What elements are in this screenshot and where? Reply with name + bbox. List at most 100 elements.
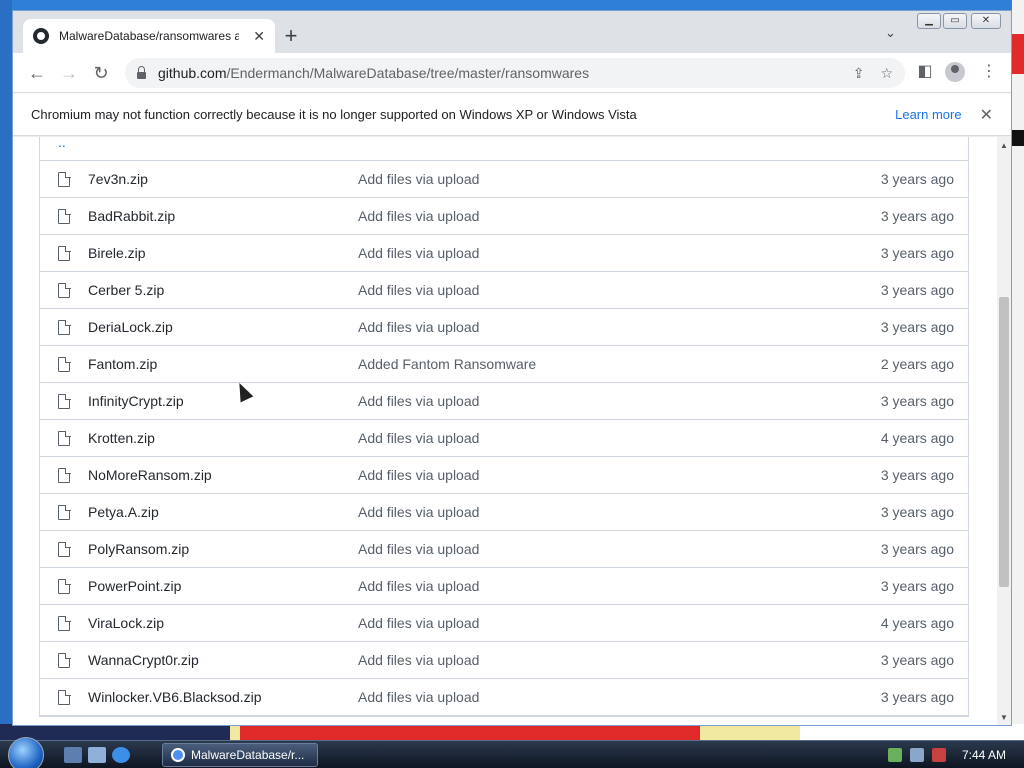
commit-message-link[interactable]: Add files via upload [358, 615, 479, 631]
commit-age: 3 years ago [880, 282, 954, 298]
commit-message-link[interactable]: Add files via upload [358, 282, 479, 298]
commit-message-link[interactable]: Add files via upload [358, 652, 479, 668]
vertical-scrollbar[interactable]: ▲ ▼ [997, 137, 1011, 725]
minimize-button[interactable]: ▁ [917, 13, 941, 29]
file-name-link[interactable]: ViraLock.zip [88, 615, 164, 631]
switch-windows-icon[interactable] [88, 747, 106, 763]
file-name-link[interactable]: PowerPoint.zip [88, 578, 181, 594]
commit-message-link[interactable]: Add files via upload [358, 430, 479, 446]
commit-message-link[interactable]: Add files via upload [358, 578, 479, 594]
file-row[interactable]: ViraLock.zip Add files via upload 4 years … [40, 605, 968, 642]
file-name-link[interactable]: 7ev3n.zip [88, 171, 148, 187]
commit-age: 2 years ago [880, 356, 954, 372]
commit-message-link[interactable]: Add files via upload [358, 208, 479, 224]
file-name-link[interactable]: DeriaLock.zip [88, 319, 173, 335]
file-row[interactable]: PowerPoint.zip Add files via upload 3 year… [40, 568, 968, 605]
bookmark-star-icon[interactable]: ☆ [880, 65, 893, 82]
forward-arrow-icon[interactable]: → [57, 61, 81, 85]
parent-directory-link[interactable]: .. [40, 137, 968, 161]
commit-message-link[interactable]: Add files via upload [358, 689, 479, 705]
file-icon [58, 208, 71, 224]
file-row[interactable]: Winlocker.VB6.Blacksod.zip Add files via … [40, 679, 968, 716]
file-icon [58, 689, 71, 705]
tab-title: MalwareDatabase/ransomwares a [59, 29, 239, 43]
file-name-link[interactable]: NoMoreRansom.zip [88, 467, 212, 483]
file-row[interactable]: Birele.zip Add files via upload 3 years ag… [40, 235, 968, 272]
file-name-link[interactable]: Winlocker.VB6.Blacksod.zip [88, 689, 262, 705]
file-row[interactable]: InfinityCrypt.zip Add files via upload 3 y… [40, 383, 968, 420]
file-icon [58, 282, 71, 298]
commit-message-link[interactable]: Add files via upload [358, 504, 479, 520]
file-row[interactable]: Fantom.zip Added Fantom Ransomware 2 years… [40, 346, 968, 383]
new-tab-button[interactable]: + [277, 23, 305, 51]
clock[interactable]: 7:44 AM [962, 748, 1006, 762]
url-host: github.com [158, 65, 227, 81]
file-row[interactable]: PolyRansom.zip Add files via upload 3 year… [40, 531, 968, 568]
volume-muted-icon[interactable] [932, 747, 946, 762]
show-desktop-icon[interactable] [64, 747, 82, 763]
share-icon[interactable]: ⇪ [853, 65, 865, 82]
scroll-down-arrow-icon[interactable]: ▼ [997, 711, 1011, 725]
file-row[interactable]: Petya.A.zip Add files via upload 3 years a… [40, 494, 968, 531]
tab-close-icon[interactable]: ✕ [253, 28, 265, 45]
file-row[interactable]: Krotten.zip Add files via upload 4 years a… [40, 420, 968, 457]
github-icon [33, 28, 49, 44]
file-icon [58, 652, 71, 668]
page-content: .. 7ev3n.zip Add files via upload 3 years … [13, 137, 997, 725]
unsupported-os-infobar: Chromium may not function correctly beca… [13, 94, 1011, 136]
commit-message-link[interactable]: Add files via upload [358, 171, 479, 187]
file-icon [58, 356, 71, 372]
network-icon[interactable] [888, 747, 902, 762]
file-row[interactable]: Cerber 5.zip Add files via upload 3 years … [40, 272, 968, 309]
commit-age: 3 years ago [880, 393, 954, 409]
system-tray: 7:44 AM [888, 741, 1024, 768]
file-name-link[interactable]: InfinityCrypt.zip [88, 393, 184, 409]
commit-message-link[interactable]: Added Fantom Ransomware [358, 356, 536, 372]
commit-message-link[interactable]: Add files via upload [358, 319, 479, 335]
back-arrow-icon[interactable]: ← [25, 61, 49, 85]
scroll-up-arrow-icon[interactable]: ▲ [997, 139, 1011, 153]
tab-search-chevron-icon[interactable]: ⌄ [885, 25, 896, 41]
file-name-link[interactable]: Petya.A.zip [88, 504, 159, 520]
commit-age: 3 years ago [880, 171, 954, 187]
start-orb-button[interactable] [8, 737, 44, 768]
commit-age: 3 years ago [880, 245, 954, 261]
learn-more-link[interactable]: Learn more [895, 107, 961, 122]
file-name-link[interactable]: BadRabbit.zip [88, 208, 175, 224]
commit-message-link[interactable]: Add files via upload [358, 245, 479, 261]
tab-malwaredatabase[interactable]: MalwareDatabase/ransomwares a ✕ [23, 19, 275, 53]
commit-message-link[interactable]: Add files via upload [358, 541, 479, 557]
infobar-close-icon[interactable]: ✕ [980, 105, 993, 125]
infobar-message: Chromium may not function correctly beca… [31, 107, 637, 122]
desktop-wallpaper-right [1012, 0, 1024, 740]
side-panel-icon[interactable]: ◧ [913, 61, 937, 81]
file-row[interactable]: WannaCrypt0r.zip Add files via upload 3 ye… [40, 642, 968, 679]
file-name-link[interactable]: PolyRansom.zip [88, 541, 189, 557]
file-row[interactable]: 7ev3n.zip Add files via upload 3 years ago [40, 161, 968, 198]
file-list: .. 7ev3n.zip Add files via upload 3 years … [39, 137, 969, 717]
commit-message-link[interactable]: Add files via upload [358, 467, 479, 483]
taskbar-task-label: MalwareDatabase/r... [191, 748, 305, 762]
close-window-button[interactable]: ✕ [971, 13, 1001, 29]
file-row[interactable]: DeriaLock.zip Add files via upload 3 years… [40, 309, 968, 346]
monitor-icon[interactable] [910, 747, 924, 762]
address-bar[interactable]: github.com /Endermanch/MalwareDatabase/t… [125, 58, 905, 88]
reload-icon[interactable]: ↻ [89, 61, 113, 85]
scrollbar-thumb[interactable] [999, 297, 1009, 587]
file-name-link[interactable]: Krotten.zip [88, 430, 155, 446]
file-row[interactable]: BadRabbit.zip Add files via upload 3 years… [40, 198, 968, 235]
commit-age: 3 years ago [880, 319, 954, 335]
internet-explorer-icon[interactable] [112, 747, 130, 763]
menu-kebab-icon[interactable]: ⋮ [977, 61, 1001, 81]
file-name-link[interactable]: Fantom.zip [88, 356, 157, 372]
maximize-button[interactable]: ▭ [943, 13, 967, 29]
file-icon [58, 393, 71, 409]
file-name-link[interactable]: Cerber 5.zip [88, 282, 164, 298]
file-name-link[interactable]: Birele.zip [88, 245, 146, 261]
commit-message-link[interactable]: Add files via upload [358, 393, 479, 409]
file-row[interactable]: NoMoreRansom.zip Add files via upload 3 ye… [40, 457, 968, 494]
profile-avatar[interactable] [945, 62, 965, 82]
commit-age: 3 years ago [880, 578, 954, 594]
file-name-link[interactable]: WannaCrypt0r.zip [88, 652, 199, 668]
taskbar-chromium-button[interactable]: MalwareDatabase/r... [162, 743, 318, 767]
